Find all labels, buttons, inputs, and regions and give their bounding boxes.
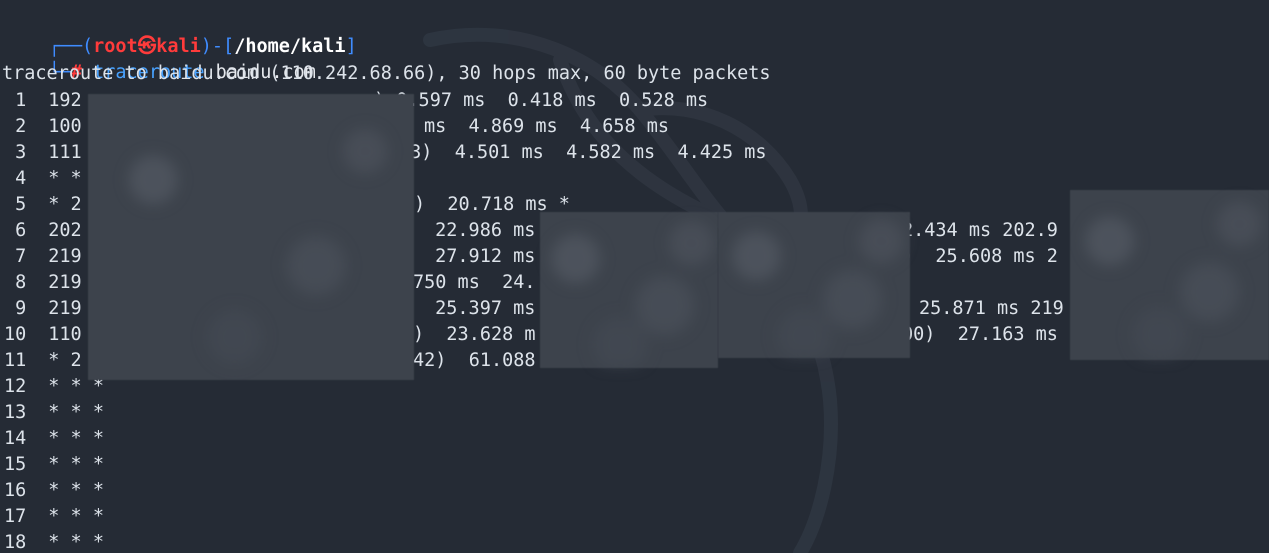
hop-number: 5 — [4, 194, 27, 215]
hop-timings-extra: ) 25.608 ms 2 — [902, 246, 1058, 267]
hop-timings: 53) 4.501 ms 4.582 ms 4.425 ms — [399, 142, 767, 163]
hop-number: 14 — [4, 428, 27, 449]
hop-number: 6 — [4, 220, 27, 241]
hop-number: 15 — [4, 454, 27, 475]
hop-row: 17 * * * — [4, 504, 1264, 530]
hop-number: 4 — [4, 168, 27, 189]
prompt-bracket-end: ] — [345, 36, 357, 57]
hop-number: 10 — [4, 324, 27, 345]
hop-number: 9 — [4, 298, 27, 319]
hop-host: 111 — [26, 142, 82, 163]
hop-timings: ms 4.869 ms 4.658 ms — [424, 116, 670, 137]
hop-timings: 25.397 ms — [424, 298, 536, 319]
hop-timings: ) 0.597 ms 0.418 ms 0.528 ms — [374, 90, 709, 111]
hop-number: 16 — [4, 480, 27, 501]
hop-number: 18 — [4, 532, 27, 553]
hop-number: 3 — [4, 142, 27, 163]
hop-host: 202 — [26, 220, 82, 241]
hop-host: * * — [26, 168, 82, 189]
hop-host: 110 — [26, 324, 82, 345]
redaction-block — [718, 212, 910, 358]
hop-host: * * * — [26, 402, 104, 423]
terminal-window[interactable]: ┌──(root㉿kali)-[/home/kali] └─# tracerou… — [0, 0, 1269, 553]
hop-host: 100 — [26, 116, 82, 137]
hop-host: 219 — [26, 298, 82, 319]
hop-number: 11 — [4, 350, 27, 371]
hop-host: 219 — [26, 272, 82, 293]
prompt-line: ┌──(root㉿kali)-[/home/kali] — [4, 8, 357, 57]
hop-timings: 42) 61.088 — [413, 350, 536, 371]
hop-timings-extra: 00) 27.163 ms — [902, 324, 1058, 345]
hop-host: * * * — [26, 480, 104, 501]
hop-timings: ) 23.628 m — [413, 324, 536, 345]
hop-row: 14 * * * — [4, 426, 1264, 452]
hop-number: 1 — [4, 90, 27, 111]
redaction-block — [1070, 190, 1269, 360]
hop-number: 13 — [4, 402, 27, 423]
hop-timings-extra: 2.434 ms 202.9 — [902, 220, 1058, 241]
hop-host: * * * — [26, 428, 104, 449]
hop-timings: 750 ms 24. — [413, 272, 536, 293]
hop-timings-extra: 25.871 ms 219 — [919, 298, 1064, 319]
hop-host: 219 — [26, 246, 82, 267]
hop-row: 18 * * * — [4, 530, 1264, 553]
hop-host: * 2 — [26, 350, 82, 371]
hop-number: 7 — [4, 246, 27, 267]
hop-host: * * * — [26, 454, 104, 475]
hop-number: 17 — [4, 506, 27, 527]
redaction-block — [88, 94, 414, 380]
hop-host: * 2 — [26, 194, 82, 215]
hop-host: * * * — [26, 506, 104, 527]
command-line: └─# traceroute baidu.com — [4, 34, 316, 83]
hop-timings: 27.912 ms — [424, 246, 536, 267]
hop-number: 8 — [4, 272, 27, 293]
traceroute-header: traceroute to baidu.com (110.242.68.66),… — [2, 63, 771, 84]
redaction-block — [540, 212, 718, 368]
hop-timings: 22.986 ms — [424, 220, 536, 241]
hop-number: 12 — [4, 376, 27, 397]
hop-host: * * * — [26, 532, 104, 553]
hop-row: 16 * * * — [4, 478, 1264, 504]
hop-row: 13 * * * — [4, 400, 1264, 426]
hop-number: 2 — [4, 116, 27, 137]
hop-host: 192 — [26, 90, 82, 111]
hop-row: 15 * * * — [4, 452, 1264, 478]
